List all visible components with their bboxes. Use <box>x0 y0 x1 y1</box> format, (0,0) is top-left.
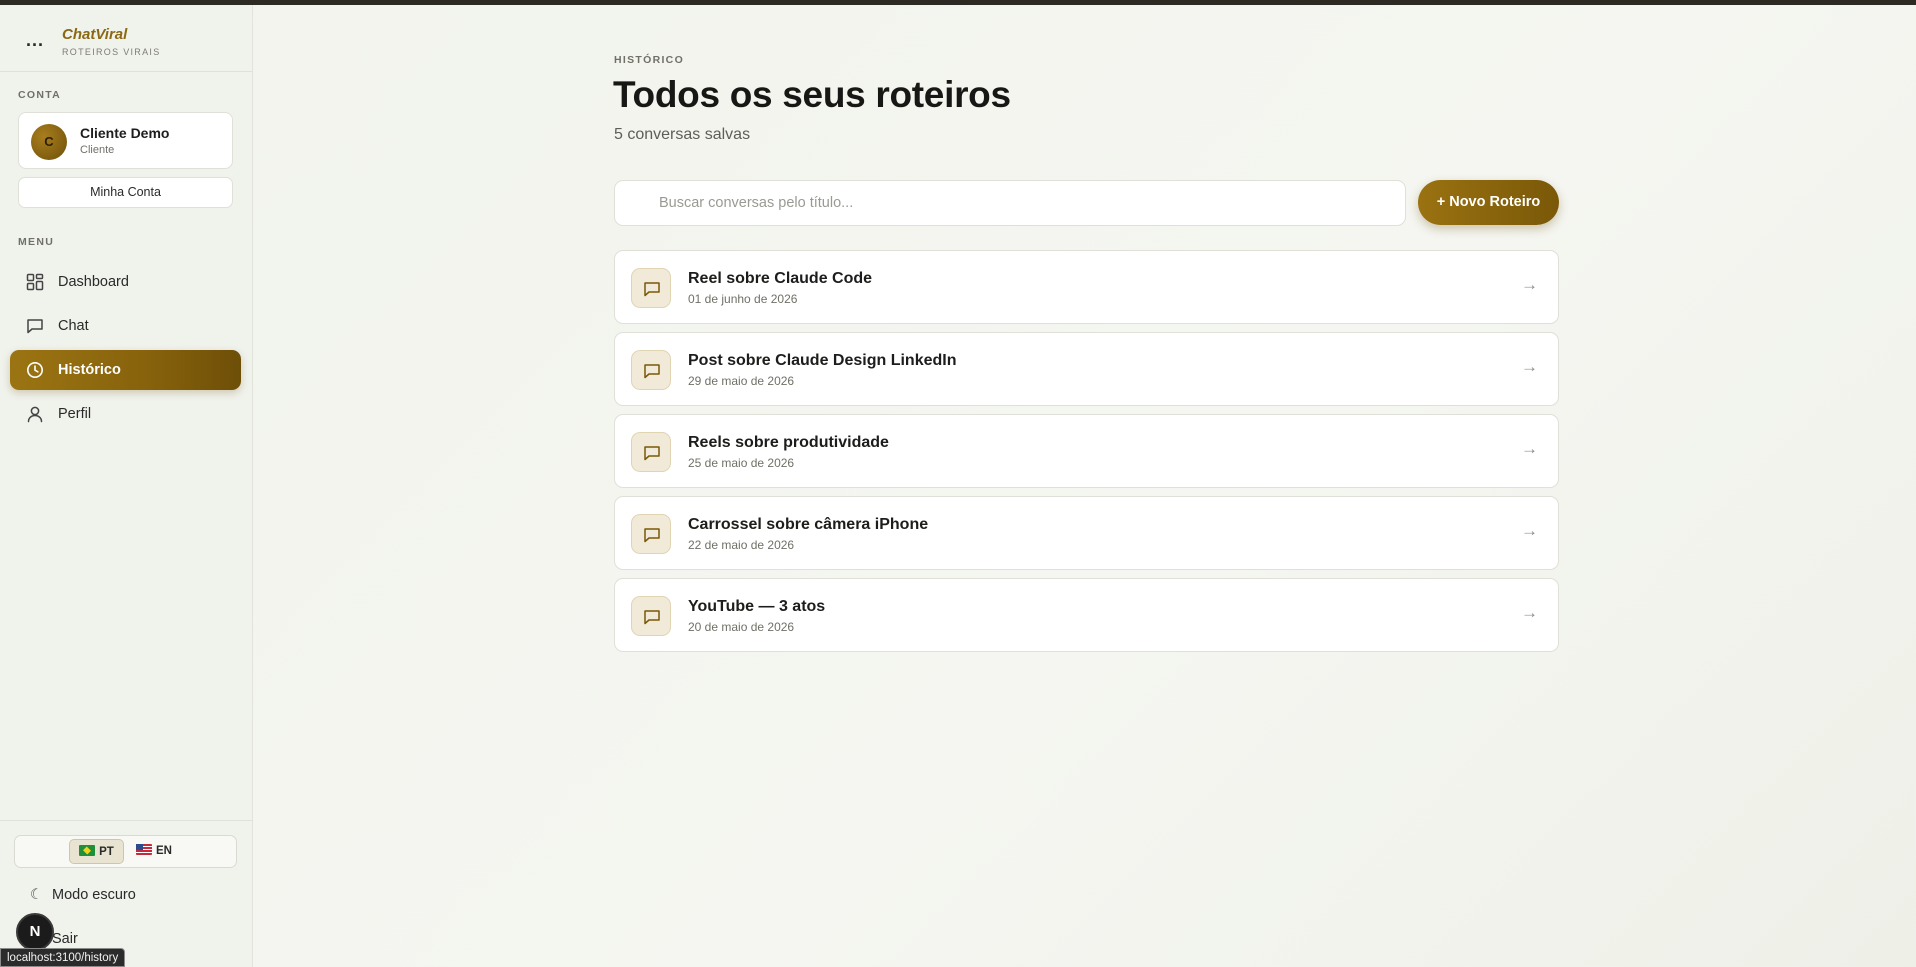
list-item[interactable]: Reels sobre produtividade 25 de maio de … <box>614 414 1559 488</box>
sidebar-item-dashboard[interactable]: Dashboard <box>10 262 241 302</box>
brand-tagline: ROTEIROS VIRAIS <box>62 47 161 57</box>
sidebar-item-label: Histórico <box>58 362 121 378</box>
page-subtitle: 5 conversas salvas <box>614 126 751 143</box>
top-border <box>0 0 1916 5</box>
arrow-right-icon: → <box>1521 521 1538 540</box>
account-card[interactable]: C Cliente Demo Cliente <box>18 112 233 169</box>
status-url-tooltip: localhost:3100/history <box>0 948 126 967</box>
my-account-button[interactable]: Minha Conta <box>18 177 233 208</box>
list-item[interactable]: Post sobre Claude Design LinkedIn 29 de … <box>614 332 1559 406</box>
avatar: C <box>31 124 67 160</box>
list-item[interactable]: YouTube — 3 atos 20 de maio de 2026 → <box>614 578 1559 652</box>
account-name: Cliente Demo <box>80 125 170 141</box>
brand: ... ChatViral ROTEIROS VIRAIS <box>0 22 253 72</box>
account-section-label: CONTA <box>18 89 62 101</box>
us-flag-icon <box>136 844 152 855</box>
menu-section-label: MENU <box>18 236 55 248</box>
conversation-title: Carrossel sobre câmera iPhone <box>688 516 929 533</box>
chat-icon <box>631 596 671 636</box>
sidebar-item-label: Chat <box>58 318 89 334</box>
arrow-right-icon: → <box>1521 603 1538 622</box>
conversation-title: Reels sobre produtividade <box>688 434 889 451</box>
arrow-right-icon: → <box>1521 439 1538 458</box>
new-script-button[interactable]: + Novo Roteiro <box>1418 180 1559 225</box>
divider <box>0 71 253 72</box>
sidebar-item-history[interactable]: Histórico <box>10 350 241 390</box>
sidebar-item-profile[interactable]: Perfil <box>10 394 241 434</box>
sidebar-item-chat[interactable]: Chat <box>10 306 241 346</box>
conversation-title: YouTube — 3 atos <box>688 598 826 615</box>
page-title: Todos os seus roteiros <box>613 74 1011 115</box>
conversation-title: Post sobre Claude Design LinkedIn <box>688 352 957 369</box>
conversation-date: 20 de maio de 2026 <box>688 620 795 634</box>
list-item[interactable]: Carrossel sobre câmera iPhone 22 de maio… <box>614 496 1559 570</box>
chat-icon <box>631 268 671 308</box>
list-item[interactable]: Reel sobre Claude Code 01 de junho de 20… <box>614 250 1559 324</box>
dark-mode-label: Modo escuro <box>52 887 136 903</box>
language-en-button[interactable]: EN <box>129 839 179 864</box>
arrow-right-icon: → <box>1521 357 1538 376</box>
account-role: Cliente <box>80 144 115 156</box>
language-pt-label: PT <box>99 846 114 858</box>
chat-icon <box>631 514 671 554</box>
menu-dots-icon[interactable]: ... <box>26 30 44 51</box>
sidebar: ... ChatViral ROTEIROS VIRAIS CONTA C Cl… <box>0 5 253 967</box>
chat-icon <box>631 350 671 390</box>
chat-icon <box>27 319 43 334</box>
grid-icon <box>26 273 44 291</box>
brand-logo[interactable]: ChatViral <box>62 26 127 43</box>
conversation-date: 22 de maio de 2026 <box>688 538 795 552</box>
search-input[interactable] <box>614 180 1406 226</box>
language-en-label: EN <box>156 845 172 857</box>
conversation-date: 25 de maio de 2026 <box>688 456 795 470</box>
language-pt-button[interactable]: PT <box>69 839 124 864</box>
user-icon <box>27 406 43 423</box>
arrow-right-icon: → <box>1521 275 1538 294</box>
chat-icon <box>631 432 671 472</box>
brazil-flag-icon <box>79 845 96 856</box>
divider <box>0 820 253 821</box>
moon-icon: ☾ <box>30 887 43 903</box>
logout-button[interactable]: Sair <box>52 931 78 947</box>
sidebar-item-label: Dashboard <box>58 274 129 290</box>
language-switcher: PT EN <box>14 835 237 868</box>
dark-mode-toggle[interactable]: ☾ Modo escuro <box>30 887 136 903</box>
conversation-date: 01 de junho de 2026 <box>688 292 798 306</box>
logout-label: Sair <box>52 931 78 947</box>
page-eyebrow: HISTÓRICO <box>614 54 685 66</box>
conversation-title: Reel sobre Claude Code <box>688 270 873 287</box>
clock-icon <box>27 362 43 378</box>
conversation-date: 29 de maio de 2026 <box>688 374 795 388</box>
dev-tools-badge[interactable]: N <box>16 913 54 951</box>
sidebar-item-label: Perfil <box>58 406 92 422</box>
